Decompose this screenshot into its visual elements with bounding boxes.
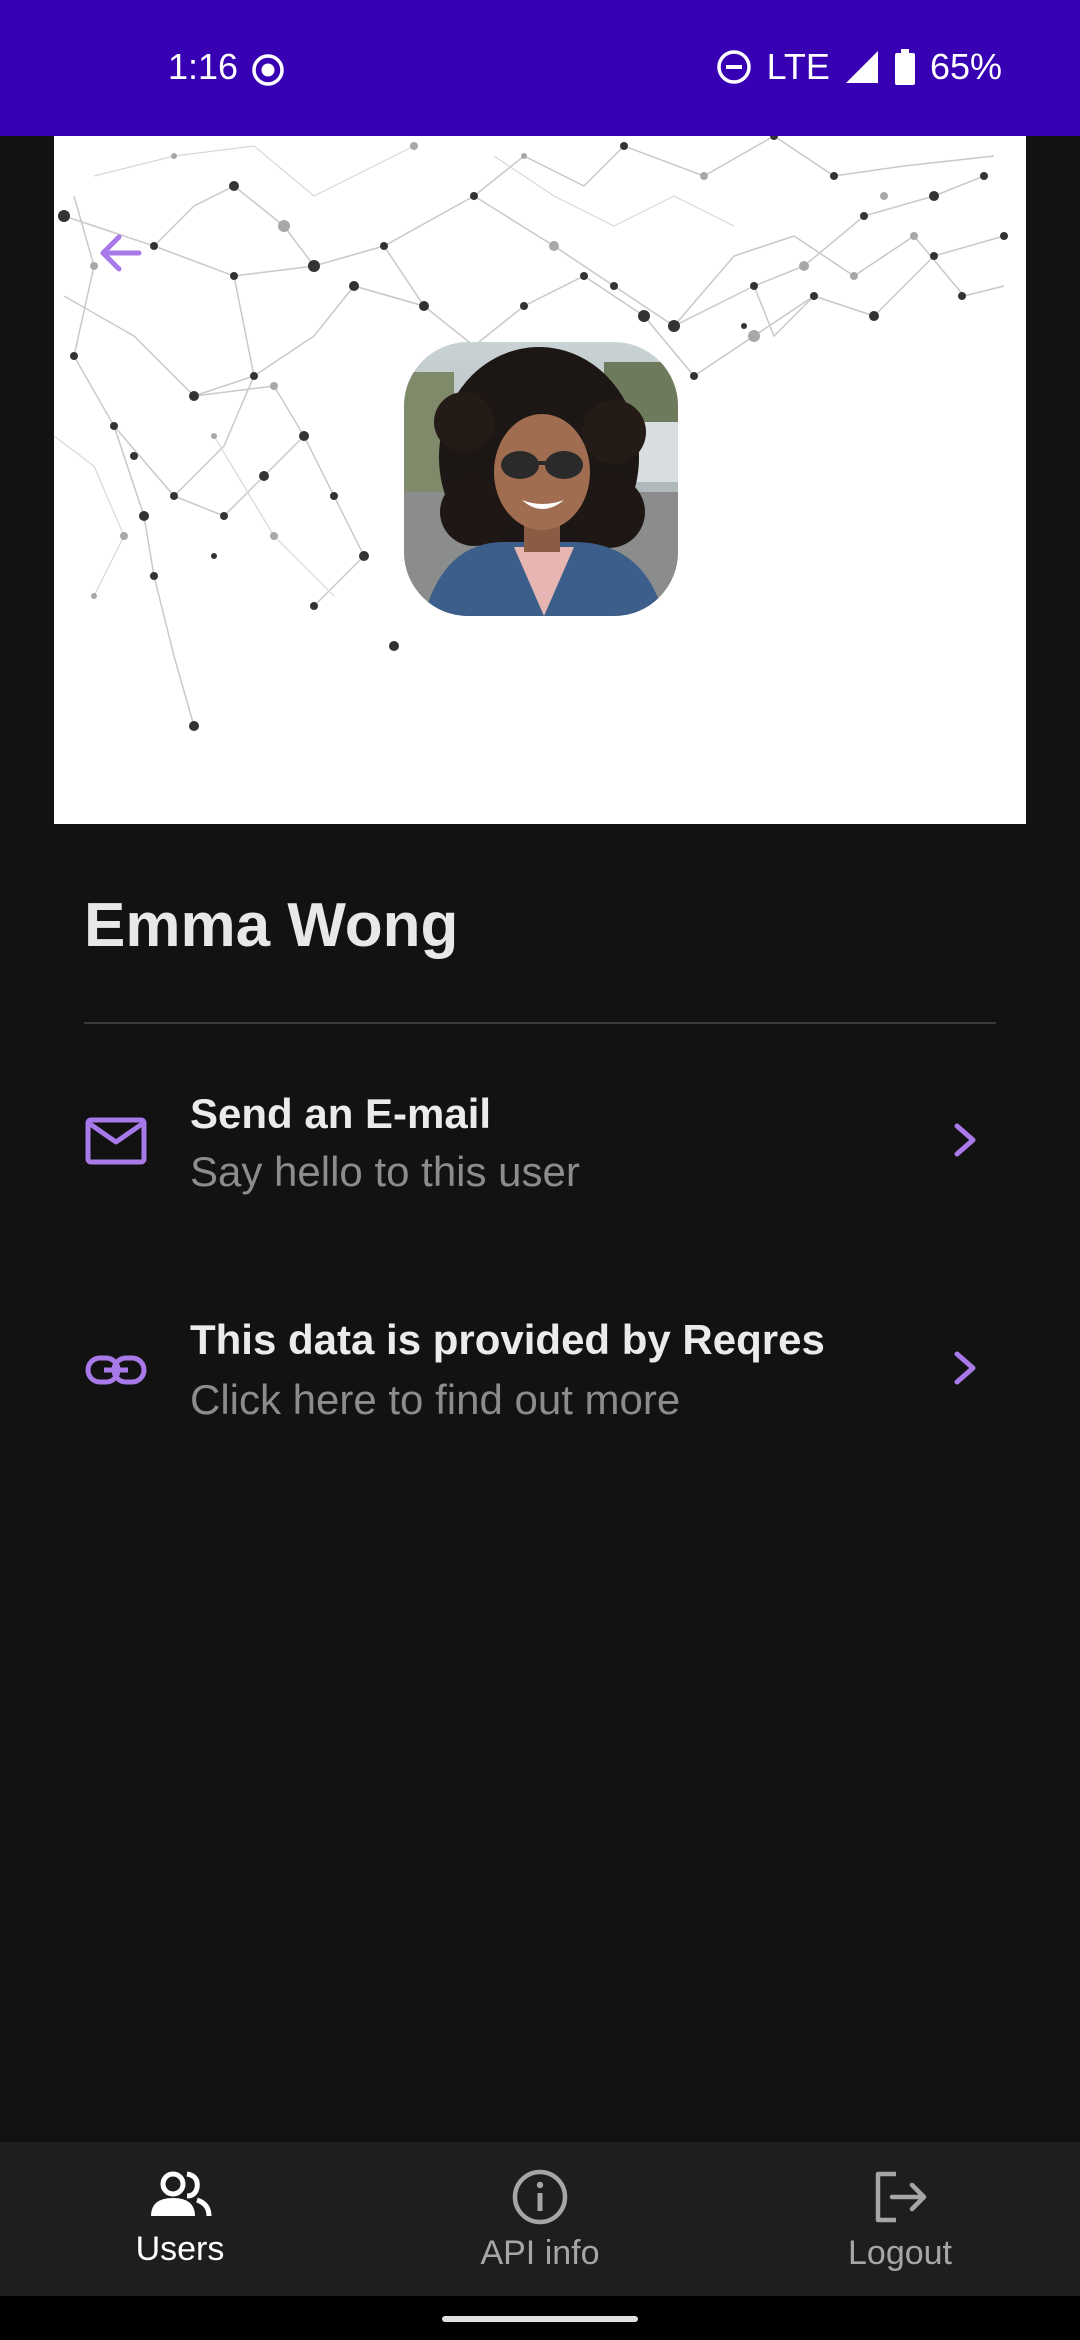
chevron-right-icon bbox=[954, 1351, 976, 1385]
arrow-left-icon bbox=[100, 234, 142, 272]
reqres-link-item[interactable]: This data is provided by Reqres Click he… bbox=[0, 1278, 1080, 1458]
avatar-photo bbox=[404, 342, 678, 616]
home-gesture-handle[interactable] bbox=[442, 2316, 638, 2322]
status-indicators: LTE 65% bbox=[715, 46, 1002, 88]
back-button[interactable] bbox=[84, 216, 158, 290]
screen-record-icon bbox=[252, 54, 284, 86]
status-bar: 1:16 LTE 65% bbox=[0, 0, 1080, 136]
send-email-item[interactable]: Send an E-mail Say hello to this user bbox=[0, 1050, 1080, 1230]
battery-icon bbox=[894, 49, 915, 85]
nav-logout-label: Logout bbox=[848, 2234, 952, 2272]
user-name: Emma Wong bbox=[84, 891, 459, 960]
nav-api-info-label: API info bbox=[480, 2234, 600, 2272]
chevron-right-icon bbox=[954, 1123, 976, 1157]
do-not-disturb-icon bbox=[716, 50, 751, 84]
mail-icon bbox=[85, 1117, 147, 1165]
divider bbox=[84, 1022, 996, 1024]
profile-header bbox=[54, 136, 1026, 824]
send-email-title: Send an E-mail bbox=[190, 1090, 492, 1137]
battery-percent: 65% bbox=[929, 46, 1002, 87]
network-type: LTE bbox=[766, 46, 830, 87]
nav-api-info[interactable]: API info bbox=[360, 2142, 720, 2296]
user-avatar bbox=[404, 342, 678, 616]
reqres-link-subtitle: Click here to find out more bbox=[190, 1376, 681, 1423]
bottom-navigation: Users API info Logout bbox=[0, 2142, 1080, 2296]
nav-logout[interactable]: Logout bbox=[720, 2142, 1080, 2296]
send-email-subtitle: Say hello to this user bbox=[190, 1148, 580, 1195]
info-icon bbox=[512, 2169, 568, 2225]
users-icon bbox=[151, 2171, 212, 2217]
link-icon bbox=[85, 1355, 147, 1385]
signal-icon bbox=[845, 51, 878, 83]
reqres-link-title: This data is provided by Reqres bbox=[190, 1316, 825, 1363]
logout-icon bbox=[875, 2171, 927, 2223]
nav-users-label: Users bbox=[135, 2230, 225, 2268]
status-time: 1:16 bbox=[168, 46, 239, 87]
nav-users[interactable]: Users bbox=[0, 2142, 360, 2296]
